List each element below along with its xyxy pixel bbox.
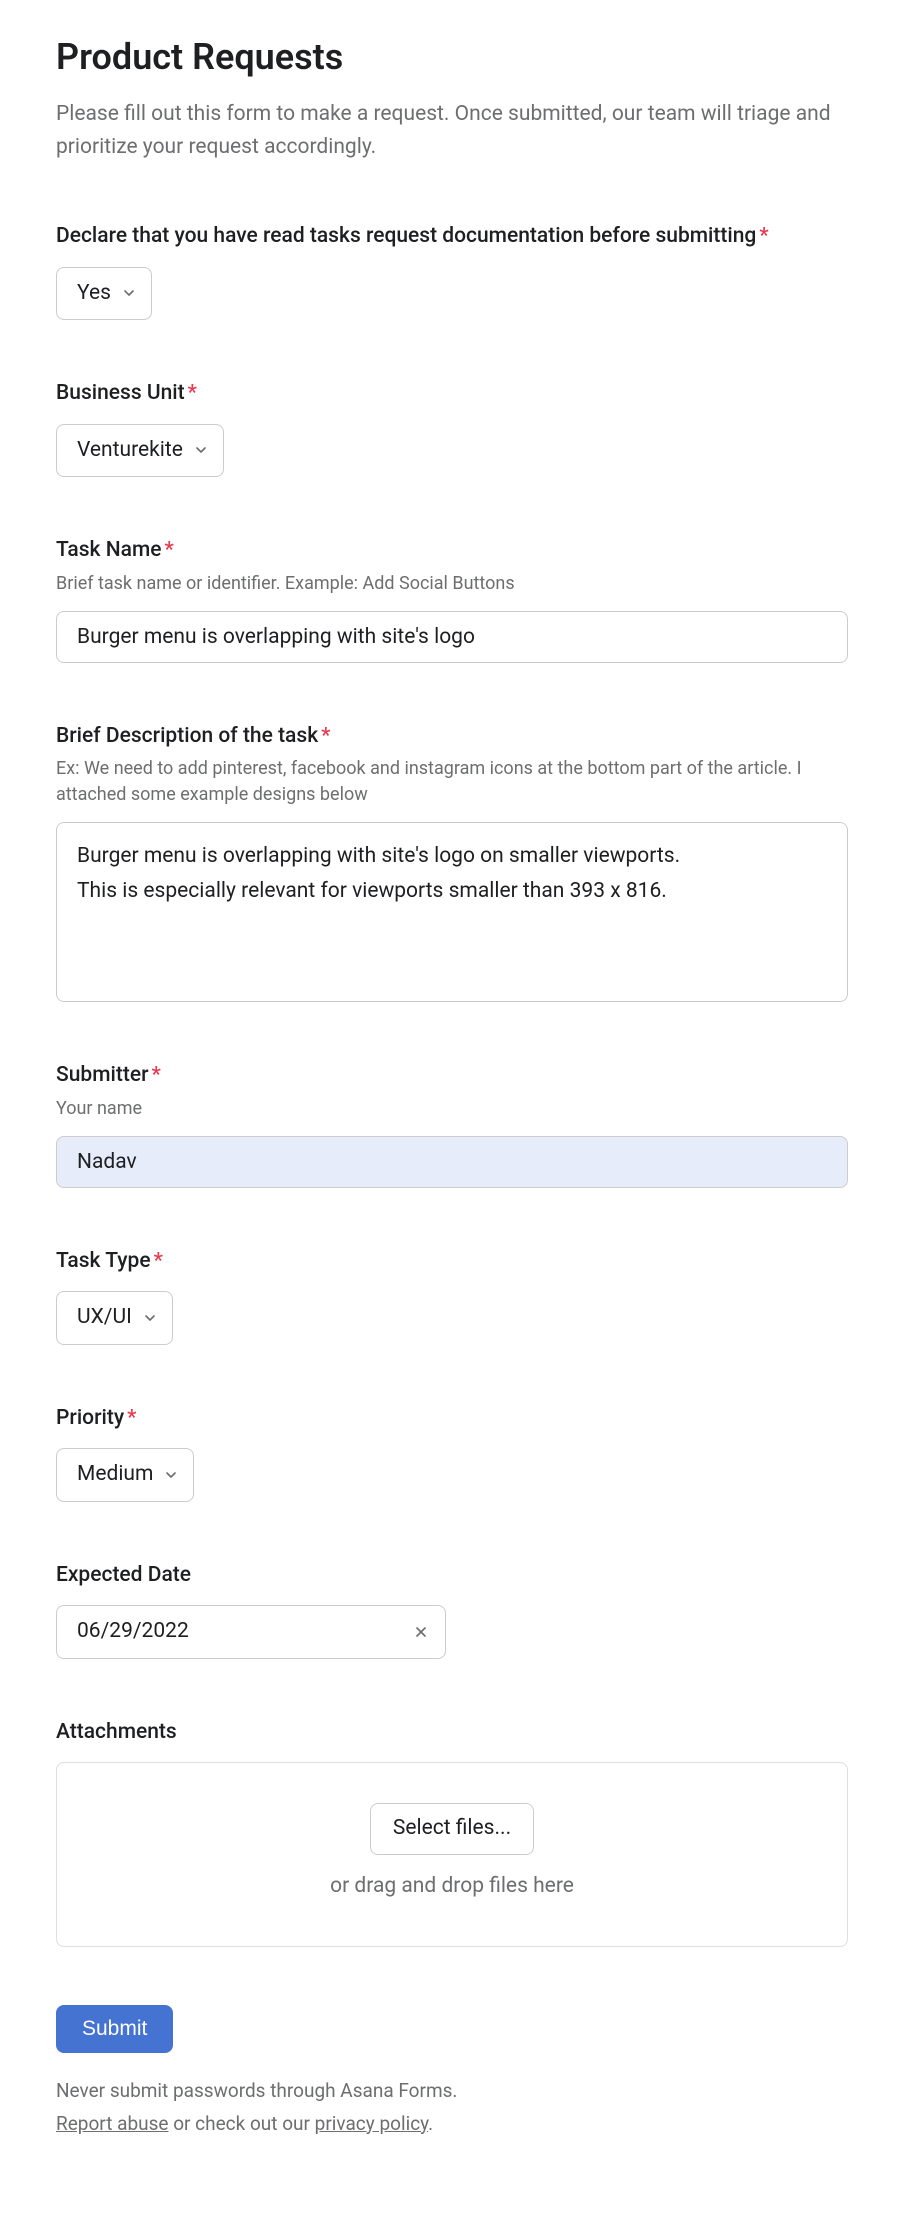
field-declare: Declare that you have read tasks request… bbox=[56, 221, 848, 320]
required-asterisk: * bbox=[759, 224, 768, 248]
field-task-name: Task Name* Brief task name or identifier… bbox=[56, 535, 848, 663]
required-asterisk: * bbox=[127, 1406, 136, 1430]
required-asterisk: * bbox=[152, 1063, 161, 1087]
attachments-dropzone[interactable]: Select files... or drag and drop files h… bbox=[56, 1762, 848, 1947]
field-attachments: Attachments Select files... or drag and … bbox=[56, 1717, 848, 1948]
attachments-hint: or drag and drop files here bbox=[77, 1871, 827, 1903]
report-abuse-link[interactable]: Report abuse bbox=[56, 2112, 168, 2135]
page-title: Product Requests bbox=[56, 30, 848, 84]
task-name-label: Task Name* bbox=[56, 535, 848, 567]
task-type-value: UX/UI bbox=[77, 1302, 132, 1334]
business-unit-label: Business Unit* bbox=[56, 378, 848, 410]
required-asterisk: * bbox=[165, 538, 174, 562]
page-subtitle: Please fill out this form to make a requ… bbox=[56, 98, 848, 163]
business-unit-value: Venturekite bbox=[77, 435, 183, 467]
privacy-policy-link[interactable]: privacy policy bbox=[315, 2112, 428, 2135]
task-name-hint: Brief task name or identifier. Example: … bbox=[56, 571, 848, 597]
required-asterisk: * bbox=[188, 381, 197, 405]
priority-value: Medium bbox=[77, 1459, 153, 1491]
expected-date-input[interactable]: 06/29/2022 bbox=[56, 1605, 446, 1659]
submitter-label: Submitter* bbox=[56, 1060, 848, 1092]
declare-select[interactable]: Yes bbox=[56, 267, 152, 321]
clear-date-button[interactable] bbox=[413, 1624, 429, 1640]
description-label: Brief Description of the task* bbox=[56, 721, 848, 753]
field-priority: Priority* Medium bbox=[56, 1403, 848, 1502]
chevron-down-icon bbox=[163, 1467, 179, 1483]
task-type-label: Task Type* bbox=[56, 1246, 848, 1278]
declare-value: Yes bbox=[77, 278, 111, 310]
priority-select[interactable]: Medium bbox=[56, 1448, 194, 1502]
field-expected-date: Expected Date 06/29/2022 bbox=[56, 1560, 848, 1659]
field-task-type: Task Type* UX/UI bbox=[56, 1246, 848, 1345]
description-textarea[interactable]: Burger menu is overlapping with site's l… bbox=[56, 822, 848, 1002]
expected-date-value: 06/29/2022 bbox=[77, 1616, 189, 1648]
required-asterisk: * bbox=[154, 1249, 163, 1273]
task-type-select[interactable]: UX/UI bbox=[56, 1291, 173, 1345]
chevron-down-icon bbox=[121, 285, 137, 301]
field-business-unit: Business Unit* Venturekite bbox=[56, 378, 848, 477]
submitter-input[interactable] bbox=[56, 1136, 848, 1188]
description-hint: Ex: We need to add pinterest, facebook a… bbox=[56, 756, 848, 808]
footer-warning: Never submit passwords through Asana For… bbox=[56, 2075, 848, 2107]
declare-label: Declare that you have read tasks request… bbox=[56, 221, 848, 253]
priority-label: Priority* bbox=[56, 1403, 848, 1435]
chevron-down-icon bbox=[193, 442, 209, 458]
submitter-hint: Your name bbox=[56, 1096, 848, 1122]
task-name-input[interactable] bbox=[56, 611, 848, 663]
field-submitter: Submitter* Your name bbox=[56, 1060, 848, 1188]
submit-button[interactable]: Submit bbox=[56, 2005, 173, 2053]
attachments-label: Attachments bbox=[56, 1717, 848, 1749]
form-footer: Never submit passwords through Asana For… bbox=[56, 2075, 848, 2140]
expected-date-label: Expected Date bbox=[56, 1560, 848, 1592]
business-unit-select[interactable]: Venturekite bbox=[56, 424, 224, 478]
required-asterisk: * bbox=[321, 724, 330, 748]
select-files-button[interactable]: Select files... bbox=[370, 1803, 534, 1855]
chevron-down-icon bbox=[142, 1310, 158, 1326]
field-description: Brief Description of the task* Ex: We ne… bbox=[56, 721, 848, 1003]
